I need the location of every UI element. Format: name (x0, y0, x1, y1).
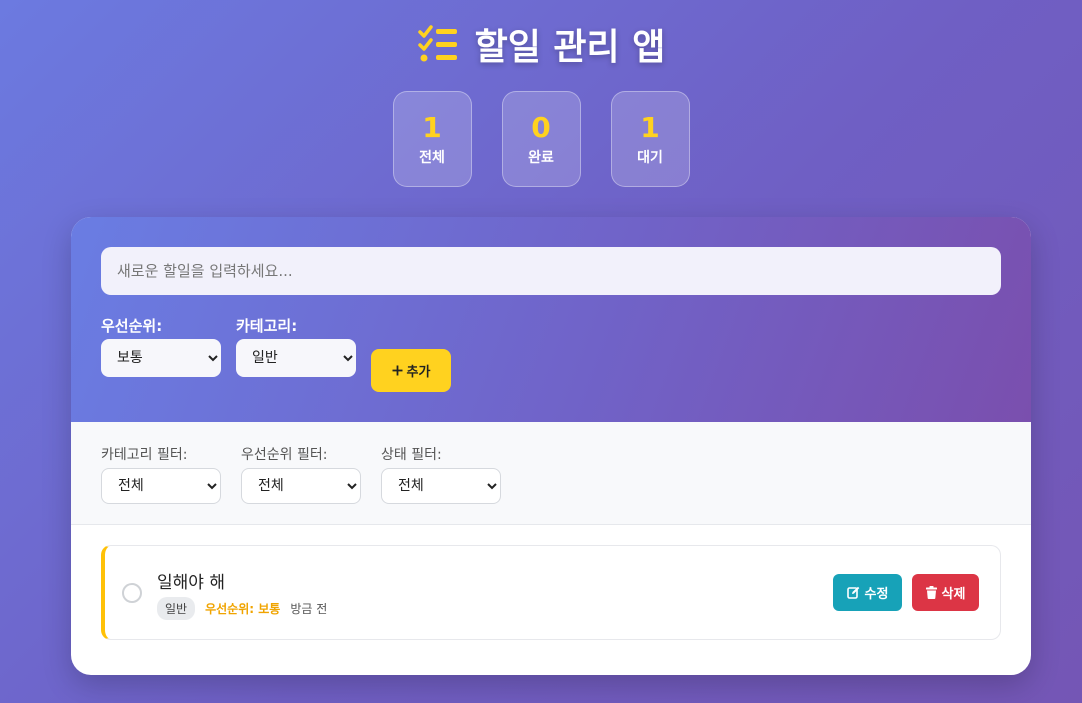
stat-completed-label: 완료 (528, 150, 554, 166)
add-button[interactable]: 추가 (371, 349, 451, 392)
complete-checkbox[interactable] (122, 583, 142, 603)
priority-select[interactable]: 보통 (101, 339, 221, 377)
app-header: 할일 관리 앱 (0, 18, 1082, 70)
edit-button-label: 수정 (864, 587, 889, 602)
page-title: 할일 관리 앱 (474, 27, 666, 68)
trash-icon (925, 586, 937, 599)
stats-panel: 1 전체 0 완료 1 대기 (0, 91, 1082, 187)
priority-filter: 우선순위 필터: 전체 (241, 444, 361, 504)
category-filter-label: 카테고리 필터: (101, 447, 188, 463)
add-button-label: 추가 (406, 365, 431, 380)
filter-bar: 카테고리 필터: 전체 우선순위 필터: 전체 상태 필터: 전체 (71, 422, 1031, 525)
stat-pending-value: 1 (640, 111, 660, 144)
add-todo-form: 우선순위: 보통 카테고리: 일반 추가 (71, 217, 1031, 422)
stat-total: 1 전체 (392, 91, 472, 187)
status-filter: 상태 필터: 전체 (381, 444, 501, 504)
priority-text: 우선순위: 보통 (205, 602, 281, 616)
category-label: 카테고리: (236, 317, 298, 335)
todo-meta: 일반 우선순위: 보통 방금 전 (157, 597, 327, 620)
main-card: 우선순위: 보통 카테고리: 일반 추가 카테고리 필터: 전체 (71, 217, 1031, 675)
stat-completed: 0 완료 (501, 91, 581, 187)
priority-label: 우선순위: (101, 317, 163, 335)
stat-completed-value: 0 (531, 111, 551, 144)
priority-field: 우선순위: 보통 (101, 315, 221, 377)
delete-button-label: 삭제 (941, 587, 966, 602)
priority-filter-label: 우선순위 필터: (241, 447, 328, 463)
delete-button[interactable]: 삭제 (912, 574, 979, 611)
todo-text: 일해야 해 (157, 573, 225, 593)
edit-button[interactable]: 수정 (833, 574, 902, 611)
priority-filter-select[interactable]: 전체 (241, 468, 361, 504)
edit-icon (846, 586, 859, 599)
todo-item: 일해야 해 일반 우선순위: 보통 방금 전 수정 삭제 (101, 545, 1001, 640)
stat-total-label: 전체 (419, 150, 445, 166)
category-field: 카테고리: 일반 (236, 315, 356, 377)
category-filter: 카테고리 필터: 전체 (101, 444, 221, 504)
plus-icon (392, 365, 403, 376)
timestamp: 방금 전 (290, 602, 328, 616)
category-badge: 일반 (157, 597, 196, 620)
todo-input[interactable] (101, 247, 1001, 295)
stat-pending: 1 대기 (610, 91, 690, 187)
category-select[interactable]: 일반 (236, 339, 356, 377)
stat-pending-label: 대기 (637, 150, 663, 166)
checklist-icon (417, 25, 457, 62)
category-filter-select[interactable]: 전체 (101, 468, 221, 504)
status-filter-select[interactable]: 전체 (381, 468, 501, 504)
stat-total-value: 1 (422, 111, 442, 144)
status-filter-label: 상태 필터: (381, 447, 442, 463)
